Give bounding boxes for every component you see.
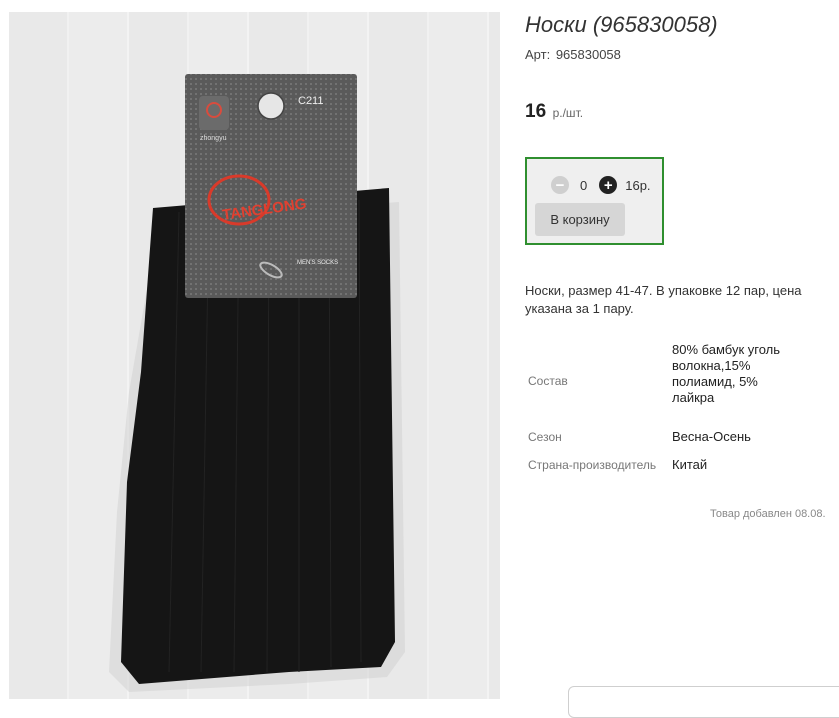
article-line: Арт: 965830058	[525, 47, 621, 62]
spec-value-country: Китай	[672, 457, 708, 472]
spec-label-season: Сезон	[528, 430, 562, 444]
spec-label-country: Страна-производитель	[528, 458, 657, 472]
label-type: MEN'S SOCKS	[297, 260, 338, 266]
plus-icon[interactable]: +	[599, 176, 618, 194]
price: 16 р./шт.	[525, 101, 583, 123]
article-value: 965830058	[555, 47, 621, 62]
minus-icon[interactable]: −	[551, 176, 569, 194]
product-description: Носки, размер 41-47. В упаковке 12 пар, …	[525, 283, 802, 316]
article-label: Арт:	[525, 47, 551, 62]
quantity-value: 0	[580, 177, 588, 193]
label-brand: zhongyu	[200, 135, 227, 142]
quantity-sum: 16р.	[625, 177, 651, 193]
add-to-cart-button[interactable]: В корзину	[535, 203, 625, 236]
cart-box: − 0 + 16р. В корзину	[525, 157, 664, 245]
spec-value-season: Весна-Осень	[672, 429, 751, 444]
product-photo[interactable]: zhongyu C211 TANGLONG MEN'S SOCKS	[9, 12, 500, 699]
bottom-field[interactable]	[568, 686, 839, 718]
spec-value-composition: 80% бамбук уголь волокна,15% полиамид, 5…	[672, 342, 781, 405]
spec-label-composition: Состав	[528, 374, 568, 388]
label-code: C211	[298, 95, 323, 107]
product-title: Носки (965830058)	[525, 12, 718, 37]
price-value: 16	[525, 101, 547, 122]
added-date: Товар добавлен 08.08.	[710, 508, 826, 520]
price-unit: р./шт.	[552, 106, 584, 120]
quantity-stepper: − 0 + 16р.	[551, 175, 651, 195]
sock-illustration: zhongyu C211 TANGLONG MEN'S SOCKS	[109, 74, 405, 692]
